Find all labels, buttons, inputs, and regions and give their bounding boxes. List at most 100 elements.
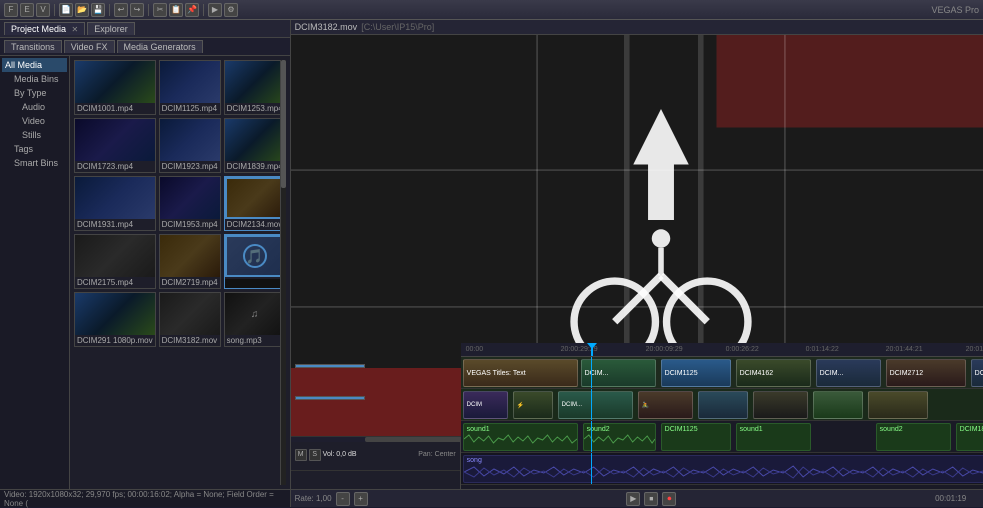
- media-status-bar: Video: 1920x1080x32; 29,970 fps; 00:00:1…: [0, 489, 290, 507]
- track-content-video-2: DCIM ⚡ DCIM... 🚴: [461, 389, 983, 421]
- track-content: 00:00 20:00:29:29 20:00:09:29 0:00:26:22…: [461, 343, 983, 489]
- tab-media-generators[interactable]: Media Generators: [117, 40, 203, 53]
- tree-item-by-type[interactable]: By Type: [2, 86, 67, 100]
- tree-item-smart-bins[interactable]: Smart Bins: [2, 156, 67, 170]
- media-label-10: DCIM2719.mp4: [160, 277, 220, 288]
- media-thumb-12[interactable]: DCIM291 1080p.mov: [74, 292, 156, 347]
- media-label-14: song.mp3: [225, 335, 285, 346]
- media-label-3: DCIM1723.mp4: [75, 161, 155, 172]
- media-thumb-14[interactable]: ♫ song.mp3: [224, 292, 286, 347]
- tab-transitions[interactable]: Transitions: [4, 40, 62, 53]
- audio-clip-5[interactable]: sound2: [876, 423, 951, 451]
- app-version: VEGAS Pro: [931, 5, 979, 15]
- menu-edit-btn[interactable]: E: [20, 3, 34, 17]
- timeline-zoom-in[interactable]: +: [354, 492, 368, 506]
- media-thumb-3[interactable]: DCIM1723.mp4: [74, 118, 156, 173]
- tree-item-stills[interactable]: Stills: [2, 128, 67, 142]
- clip-v1-1[interactable]: DCIM...: [581, 359, 656, 387]
- left-panel: Project Media ✕ Explorer Transitions Vid…: [0, 20, 291, 507]
- clip-v1-3[interactable]: DCIM4162: [736, 359, 811, 387]
- track-pan-a2: Pan:: [418, 451, 432, 458]
- tree-item-media-bins[interactable]: Media Bins: [2, 72, 67, 86]
- project-settings-btn[interactable]: ⚙: [224, 3, 238, 17]
- media-thumb-2[interactable]: DCIM1253.mp4: [224, 60, 286, 115]
- clip-v2-8[interactable]: [868, 391, 928, 419]
- tab-explorer[interactable]: Explorer: [87, 22, 135, 35]
- tree-item-video[interactable]: Video: [2, 114, 67, 128]
- close-project-media-tab[interactable]: ✕: [72, 25, 79, 34]
- audio-clip-2[interactable]: sound2: [583, 423, 656, 451]
- media-thumb-1[interactable]: DCIM1125.mp4: [159, 60, 221, 115]
- media-label-9: DCIM2175.mp4: [75, 277, 155, 288]
- copy-btn[interactable]: 📋: [169, 3, 183, 17]
- save-btn[interactable]: 💾: [91, 3, 105, 17]
- media-thumb-7[interactable]: DCIM1953.mp4: [159, 176, 221, 231]
- clip-v2-6[interactable]: [753, 391, 808, 419]
- audio-clip-1[interactable]: sound1: [463, 423, 578, 451]
- open-btn[interactable]: 📂: [75, 3, 89, 17]
- media-thumb-0[interactable]: DCIM1001.mp4: [74, 60, 156, 115]
- cut-btn[interactable]: ✂: [153, 3, 167, 17]
- center-right-area: DCIM3182.mov [C:\User\IP15\Pro] ⚙ ✕: [291, 20, 983, 507]
- level-slider-v1[interactable]: [295, 364, 365, 368]
- media-thumb-9[interactable]: DCIM2175.mp4: [74, 234, 156, 289]
- new-btn[interactable]: 📄: [59, 3, 73, 17]
- level-slider-v2[interactable]: [295, 396, 365, 400]
- media-thumb-5[interactable]: DCIM1839.mp4: [224, 118, 286, 173]
- toolbar-sep-2: [109, 4, 110, 16]
- ruler-mark-2: 20:00:09:29: [646, 346, 683, 353]
- preview-filename: DCIM3182.mov: [295, 22, 358, 32]
- clip-v2-1[interactable]: DCIM: [463, 391, 508, 419]
- clip-v2-3[interactable]: DCIM...: [558, 391, 633, 419]
- media-label-1: DCIM1125.mp4: [160, 103, 220, 114]
- tl-bottom-play[interactable]: ▶: [626, 492, 640, 506]
- track-content-video-1: VEGAS Titles: Text DCIM... DCIM1125 DCIM…: [461, 357, 983, 389]
- media-thumb-11[interactable]: 🎵: [224, 234, 286, 289]
- clip-v2-7[interactable]: [813, 391, 863, 419]
- audio-music-clip[interactable]: song: [463, 455, 983, 483]
- tree-item-audio[interactable]: Audio: [2, 100, 67, 114]
- undo-btn[interactable]: ↩: [114, 3, 128, 17]
- clip-v1-6[interactable]: DCIM3817: [971, 359, 983, 387]
- redo-btn[interactable]: ↪: [130, 3, 144, 17]
- clip-v2-4[interactable]: 🚴: [638, 391, 693, 419]
- media-thumb-10[interactable]: DCIM2719.mp4: [159, 234, 221, 289]
- clip-v2-2[interactable]: ⚡: [513, 391, 553, 419]
- paste-btn[interactable]: 📌: [185, 3, 199, 17]
- clip-v2-5[interactable]: [698, 391, 748, 419]
- clip-v1-4[interactable]: DCIM...: [816, 359, 881, 387]
- tab-video-fx[interactable]: Video FX: [64, 40, 115, 53]
- media-thumb-8[interactable]: DCIM2134.mov: [224, 176, 286, 231]
- record-timecode: 00:01:19: [935, 494, 966, 503]
- media-status-text: Video: 1920x1080x32; 29,970 fps; 00:00:1…: [4, 490, 286, 508]
- menu-file-btn[interactable]: F: [4, 3, 18, 17]
- tl-bottom-stop[interactable]: ⏹: [644, 492, 658, 506]
- media-label-7: DCIM1953.mp4: [160, 219, 220, 230]
- panel-tabs: Project Media ✕ Explorer: [0, 20, 290, 38]
- clip-v1-2[interactable]: DCIM1125: [661, 359, 731, 387]
- ruler-mark-4: 0:01:14:22: [806, 346, 839, 353]
- audio-clip-4[interactable]: sound1: [736, 423, 811, 451]
- tl-bottom-rec[interactable]: ⏺: [662, 492, 676, 506]
- render-btn[interactable]: ▶: [208, 3, 222, 17]
- audio-clip-3[interactable]: DCIM1125: [661, 423, 731, 451]
- tab-project-media[interactable]: Project Media ✕: [4, 22, 85, 35]
- track-mute-a2[interactable]: M: [295, 449, 307, 461]
- media-label-13: DCIM3182.mov: [160, 335, 220, 346]
- playhead-arrow: [587, 343, 597, 349]
- menu-view-btn[interactable]: V: [36, 3, 50, 17]
- media-thumb-13[interactable]: DCIM3182.mov: [159, 292, 221, 347]
- media-thumb-6[interactable]: DCIM1931.mp4: [74, 176, 156, 231]
- media-grid-panel: DCIM1001.mp4 DCIM1125.mp4 DCIM1253.mp4: [70, 56, 290, 489]
- timeline-zoom-out[interactable]: -: [336, 492, 350, 506]
- audio-clip-6[interactable]: DCIM1839: [956, 423, 983, 451]
- track-solo-a2[interactable]: S: [309, 449, 321, 461]
- tree-item-all-media[interactable]: All Media: [2, 58, 67, 72]
- toolbar-sep-1: [54, 4, 55, 16]
- media-scrollbar-thumb[interactable]: [281, 60, 286, 188]
- track-header-audio-2: M S Vol: 0,0 dB Pan: Center: [291, 439, 460, 471]
- media-thumb-4[interactable]: DCIM1923.mp4: [159, 118, 221, 173]
- clip-title[interactable]: VEGAS Titles: Text: [463, 359, 578, 387]
- clip-v1-5[interactable]: DCIM2712: [886, 359, 966, 387]
- tree-item-tags[interactable]: Tags: [2, 142, 67, 156]
